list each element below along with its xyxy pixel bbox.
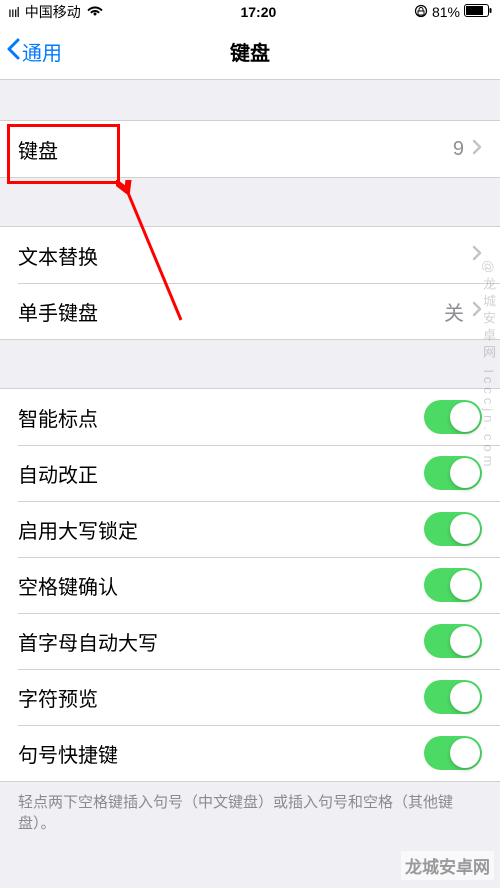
row-label: 自动改正 xyxy=(18,459,424,488)
one-handed-label: 单手键盘 xyxy=(18,297,444,326)
chevron-left-icon xyxy=(6,38,20,66)
back-button[interactable]: 通用 xyxy=(0,37,62,66)
smart-punctuation-toggle[interactable] xyxy=(424,400,482,434)
caps-lock-row: 启用大写锁定 xyxy=(0,501,500,557)
watermark-corner: 龙城安卓网 xyxy=(401,851,494,880)
auto-correction-toggle[interactable] xyxy=(424,456,482,490)
period-shortcut-row: 句号快捷键 xyxy=(0,725,500,781)
battery-icon xyxy=(464,4,492,20)
watermark-side: @龙城安卓网 lcccjn.com xyxy=(479,260,498,471)
status-time: 17:20 xyxy=(103,4,414,20)
nav-bar: 通用 键盘 xyxy=(0,24,500,80)
one-handed-row[interactable]: 单手键盘 关 xyxy=(0,283,500,339)
chevron-right-icon xyxy=(472,139,482,160)
smart-punctuation-row: 智能标点 xyxy=(0,389,500,445)
status-bar: ıııl 中国移动 17:20 81% xyxy=(0,0,500,24)
keyboards-value: 9 xyxy=(453,138,464,161)
orientation-lock-icon xyxy=(414,4,428,21)
row-label: 字符预览 xyxy=(18,683,424,712)
row-label: 首字母自动大写 xyxy=(18,627,424,656)
text-replacement-label: 文本替换 xyxy=(18,241,472,270)
page-title: 键盘 xyxy=(0,37,500,66)
keyboards-row[interactable]: 键盘 9 xyxy=(0,121,500,177)
auto-capitalize-toggle[interactable] xyxy=(424,624,482,658)
keyboards-label: 键盘 xyxy=(18,135,453,164)
cellular-icon: ıııl xyxy=(8,4,19,20)
character-preview-row: 字符预览 xyxy=(0,669,500,725)
caps-lock-toggle[interactable] xyxy=(424,512,482,546)
wifi-icon xyxy=(87,4,103,20)
row-label: 空格键确认 xyxy=(18,571,424,600)
one-handed-value: 关 xyxy=(444,297,464,326)
auto-capitalize-row: 首字母自动大写 xyxy=(0,613,500,669)
row-label: 句号快捷键 xyxy=(18,739,424,768)
space-confirm-row: 空格键确认 xyxy=(0,557,500,613)
battery-label: 81% xyxy=(432,4,460,20)
back-label: 通用 xyxy=(22,37,62,66)
character-preview-toggle[interactable] xyxy=(424,680,482,714)
auto-correction-row: 自动改正 xyxy=(0,445,500,501)
text-replacement-row[interactable]: 文本替换 xyxy=(0,227,500,283)
period-shortcut-toggle[interactable] xyxy=(424,736,482,770)
footer-text: 轻点两下空格键插入句号（中文键盘）或插入句号和空格（其他键盘）。 xyxy=(0,782,500,844)
row-label: 启用大写锁定 xyxy=(18,515,424,544)
space-confirm-toggle[interactable] xyxy=(424,568,482,602)
row-label: 智能标点 xyxy=(18,403,424,432)
carrier-label: 中国移动 xyxy=(25,2,81,22)
